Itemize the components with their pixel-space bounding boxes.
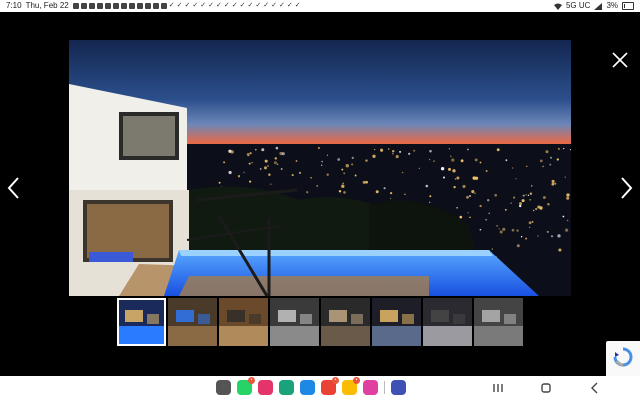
system-navigation-bar: • • • [0, 376, 640, 400]
recaptcha-icon [613, 347, 633, 367]
thumbnail[interactable] [423, 298, 472, 346]
check-notification-icon: ✓ [271, 2, 277, 9]
message-icon [104, 3, 111, 9]
check-notification-icon: ✓ [200, 2, 207, 9]
check-notification-icon: ✓ [294, 2, 301, 9]
youtube-icon [144, 3, 151, 9]
chat-icon [152, 3, 159, 9]
previous-photo-button[interactable] [2, 170, 26, 206]
phone-app-icon[interactable] [258, 380, 273, 395]
check-notification-icon: ✓ [286, 2, 293, 9]
photo-viewer: Privacy - Terms [0, 12, 640, 383]
chevron-left-icon [7, 177, 19, 199]
next-photo-button[interactable] [614, 170, 638, 206]
check-notification-icon: ✓ [168, 2, 175, 9]
check-notification-icon: ✓ [208, 2, 214, 9]
home-button[interactable] [538, 380, 554, 396]
thumbnail[interactable] [321, 298, 370, 346]
notification-icons: ✓ ✓ ✓ ✓ ✓ ✓ ✓ ✓ ✓ ✓ ✓ ✓ ✓ ✓ ✓ ✓ ✓ [72, 0, 301, 12]
status-time: 7:10 [6, 1, 22, 10]
check-notification-icon: ✓ [223, 2, 230, 9]
apps-grid-icon[interactable] [216, 380, 231, 395]
chevron-right-icon [621, 177, 633, 199]
gmail-icon [120, 3, 127, 9]
notification-badge: • [248, 377, 255, 384]
status-date: Thu, Feb 22 [25, 1, 69, 10]
message-icon [160, 3, 167, 9]
thumbnail[interactable] [372, 298, 421, 346]
check-notification-icon: ✓ [231, 2, 238, 9]
flower-app-icon[interactable] [363, 380, 378, 395]
main-photo [69, 40, 571, 296]
dock-separator [384, 381, 385, 394]
photos-icon [96, 3, 103, 9]
thumbnail[interactable] [168, 298, 217, 346]
battery-icon [622, 2, 634, 10]
whatsapp-icon[interactable]: • [237, 377, 255, 395]
thumbnail-strip [117, 298, 523, 346]
battery-percent: 3% [606, 1, 618, 10]
check-notification-icon: ✓ [247, 2, 254, 9]
back-button[interactable] [587, 380, 603, 396]
messages-icon[interactable] [300, 380, 315, 395]
close-icon[interactable] [608, 48, 632, 72]
status-bar-right: 5G UC 3% [553, 0, 634, 12]
gmail-icon[interactable]: • [321, 377, 339, 395]
app-dock: • • • [216, 377, 406, 395]
notification-badge: • [332, 377, 339, 384]
signal-icon [594, 2, 603, 10]
contacts-icon[interactable] [279, 380, 294, 395]
check-notification-icon: ✓ [176, 2, 183, 9]
check-notification-icon: ✓ [184, 2, 191, 9]
whatsapp-icon [72, 3, 79, 9]
check-notification-icon: ✓ [263, 2, 270, 9]
network-label: 5G UC [565, 1, 591, 10]
check-notification-icon: ✓ [215, 2, 222, 9]
check-notification-icon: ✓ [192, 2, 199, 9]
youtube-icon [136, 3, 143, 9]
chrome-icon[interactable]: • [342, 377, 360, 395]
chat-icon [88, 3, 95, 9]
settings-icon[interactable] [391, 380, 406, 395]
thumbnail[interactable] [117, 298, 166, 346]
recent-apps-button[interactable] [490, 380, 506, 396]
thumbnail[interactable] [219, 298, 268, 346]
messenger-icon [80, 3, 87, 9]
thumbnail[interactable] [270, 298, 319, 346]
wifi-icon [553, 3, 562, 10]
check-notification-icon: ✓ [255, 2, 262, 9]
facebook-icon [128, 3, 135, 9]
check-notification-icon: ✓ [278, 2, 285, 9]
thumbnail[interactable] [474, 298, 523, 346]
status-bar: 7:10 Thu, Feb 22 ✓ ✓ ✓ ✓ ✓ ✓ ✓ ✓ ✓ ✓ ✓ ✓ ✓ ✓ ✓ ✓ ✓ 5G UC… [0, 0, 640, 12]
gmail-icon [112, 3, 119, 9]
status-bar-left: 7:10 Thu, Feb 22 ✓ ✓ ✓ ✓ ✓ ✓ ✓ ✓ ✓ ✓ ✓ ✓ ✓ ✓ ✓ ✓ ✓ [6, 0, 301, 12]
notification-badge: • [353, 377, 360, 384]
check-notification-icon: ✓ [239, 2, 246, 9]
